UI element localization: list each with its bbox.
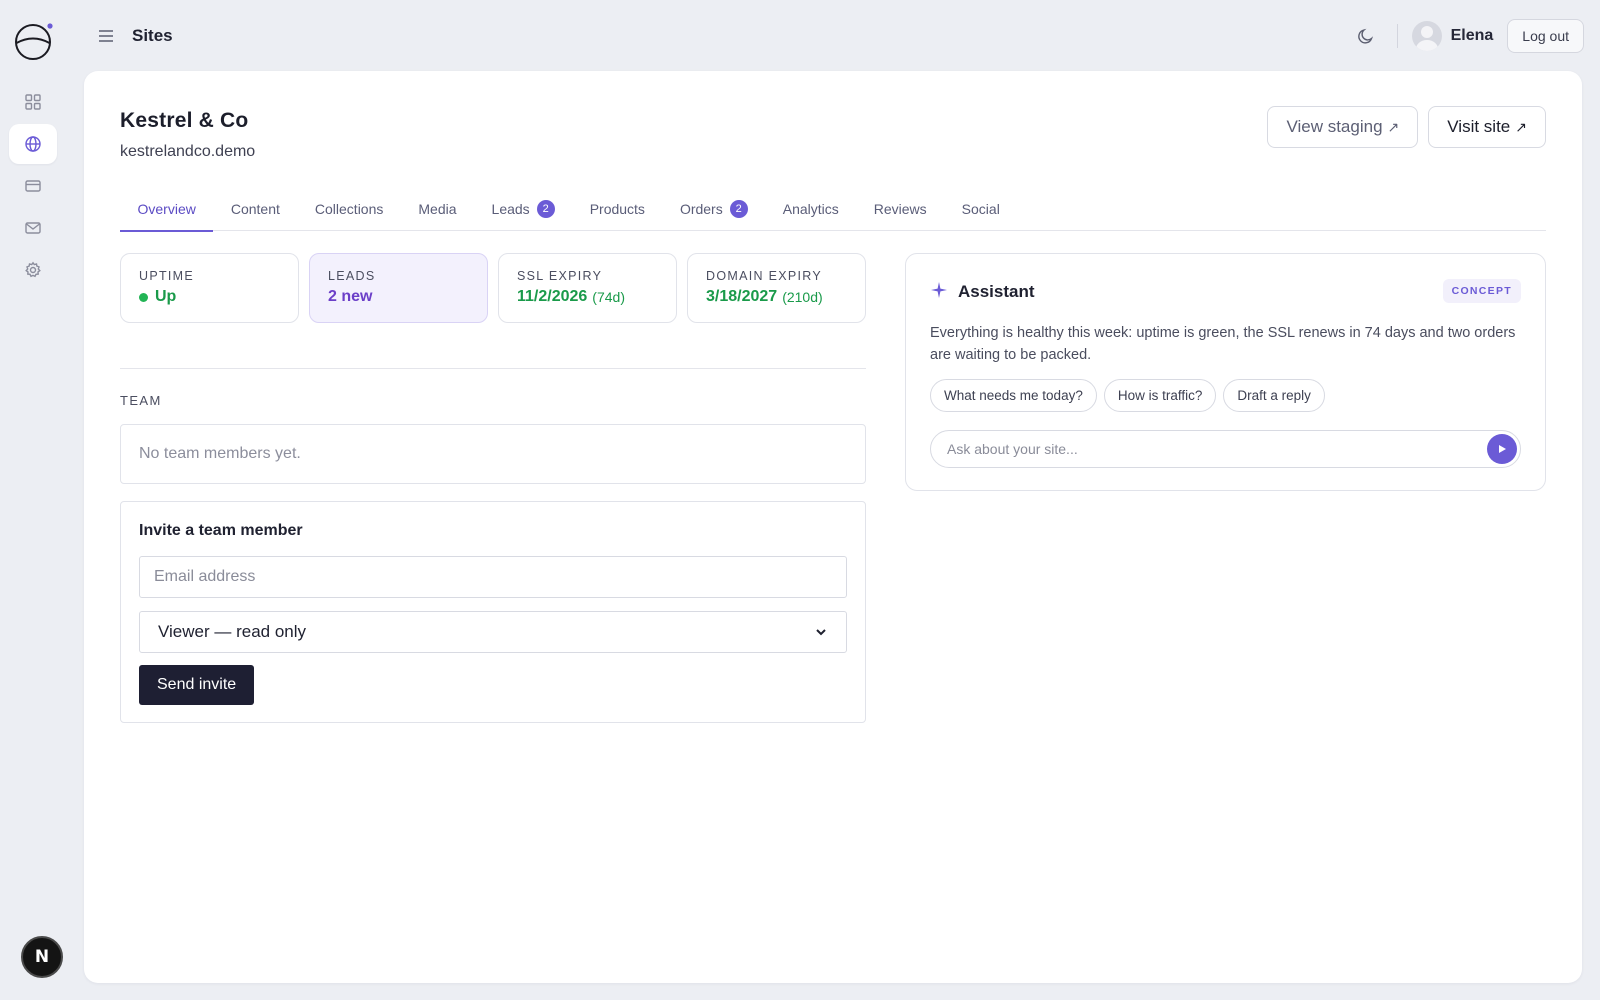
team-heading: TEAM: [120, 393, 162, 408]
suggestion-chips: What needs me today? How is traffic? Dra…: [930, 379, 1325, 412]
tab-label: Collections: [314, 201, 384, 217]
tab-reviews[interactable]: Reviews: [856, 187, 944, 231]
mail-icon[interactable]: [9, 208, 57, 248]
uptime-stat-card: UPTIME Up: [120, 253, 299, 323]
count-badge: 2: [536, 200, 555, 218]
view-staging-label: View staging: [1286, 117, 1383, 136]
settings-gear-icon[interactable]: [9, 250, 57, 290]
assistant-panel: Assistant CONCEPT Everything is healthy …: [905, 253, 1546, 491]
tab-label: Analytics: [782, 201, 839, 217]
tab-label: Overview: [137, 201, 196, 217]
view-staging-button[interactable]: View staging ↗: [1267, 106, 1419, 148]
send-invite-button[interactable]: Send invite: [139, 665, 255, 705]
send-message-icon[interactable]: [1487, 434, 1517, 464]
tab-social[interactable]: Social: [944, 187, 1017, 231]
visit-site-label: Visit site: [1447, 117, 1511, 136]
billing-card-icon[interactable]: [9, 166, 57, 206]
section-divider: [120, 368, 866, 369]
tab-products[interactable]: Products: [572, 187, 662, 231]
stat-subvalue: (210d): [782, 289, 823, 305]
email-field[interactable]: [139, 556, 847, 598]
suggestion-chip[interactable]: How is traffic?: [1103, 379, 1217, 412]
suggestion-chip[interactable]: What needs me today?: [930, 379, 1097, 412]
tab-label: Content: [230, 201, 280, 217]
tab-leads[interactable]: Leads 2: [474, 187, 572, 231]
role-select[interactable]: Viewer — read only: [139, 611, 847, 653]
assistant-title: Assistant: [958, 282, 1035, 301]
tab-label: Reviews: [873, 201, 927, 217]
tab-media[interactable]: Media: [401, 187, 474, 231]
stat-value: 2 new: [328, 288, 373, 305]
tab-content[interactable]: Content: [213, 187, 297, 231]
assistant-input[interactable]: [947, 431, 1467, 467]
sites-globe-icon[interactable]: [9, 124, 57, 164]
dashboard-nav-icon[interactable]: [9, 82, 57, 122]
tab-overview[interactable]: Overview: [120, 187, 214, 232]
tab-label: Media: [418, 201, 457, 217]
tab-collections[interactable]: Collections: [297, 187, 400, 231]
chevron-down-icon: [816, 629, 826, 636]
stat-cards: UPTIME Up LEADS 2 new SSL EXPIRY 11/2/20…: [120, 253, 866, 323]
stat-value: 11/2/2026: [517, 288, 588, 305]
stat-value: 3/18/2027: [706, 288, 778, 305]
status-dot-icon: [139, 292, 148, 302]
site-domain: kestrelandco.demo: [120, 143, 256, 160]
page-title: Sites: [132, 26, 173, 45]
site-detail-card: Kestrel & Co kestrelandco.demo View stag…: [84, 71, 1582, 983]
suggestion-chip[interactable]: Draft a reply: [1223, 379, 1325, 412]
workspace-avatar[interactable]: N: [21, 936, 63, 978]
assistant-input-wrapper: [930, 430, 1521, 468]
tab-analytics[interactable]: Analytics: [765, 187, 856, 231]
tab-label: Orders: [679, 201, 723, 217]
top-bar: Sites Elena Log out: [84, 18, 1584, 54]
stat-label: LEADS: [328, 269, 376, 283]
team-empty-state: No team members yet.: [120, 424, 866, 484]
domain-expiry-stat-card: DOMAIN EXPIRY 3/18/2027 (210d): [687, 253, 866, 323]
sparkle-icon: [931, 282, 947, 298]
hamburger-menu-icon[interactable]: [88, 18, 124, 54]
sidebar-rail: N: [0, 0, 66, 1000]
site-name: Kestrel & Co: [120, 109, 249, 132]
tab-label: Leads: [491, 201, 530, 217]
ssl-expiry-stat-card: SSL EXPIRY 11/2/2026 (74d): [498, 253, 677, 323]
stat-subvalue: (74d): [592, 289, 625, 305]
visit-site-button[interactable]: Visit site ↗: [1428, 106, 1546, 148]
site-tabs: Overview Content Collections Media Leads…: [120, 187, 1546, 232]
assistant-message: Everything is healthy this week: uptime …: [930, 325, 1516, 363]
stat-label: DOMAIN EXPIRY: [706, 269, 822, 283]
role-select-value: Viewer — read only: [158, 622, 307, 641]
stat-value: Up: [155, 288, 177, 305]
invite-form: Invite a team member Viewer — read only …: [120, 501, 866, 723]
dark-mode-moon-icon[interactable]: [1351, 21, 1381, 51]
logout-button[interactable]: Log out: [1507, 19, 1584, 53]
app-logo-icon[interactable]: [13, 22, 53, 62]
tab-label: Products: [589, 201, 645, 217]
external-arrow-icon: ↗: [1515, 118, 1527, 135]
count-badge: 2: [729, 200, 748, 218]
invite-title: Invite a team member: [139, 522, 303, 539]
divider: [1396, 24, 1398, 48]
leads-stat-card[interactable]: LEADS 2 new: [309, 253, 488, 323]
user-name[interactable]: Elena: [1451, 27, 1494, 45]
stat-label: SSL EXPIRY: [517, 269, 603, 283]
tab-label: Social: [961, 201, 1000, 217]
tab-orders[interactable]: Orders 2: [662, 187, 765, 231]
stat-label: UPTIME: [139, 269, 195, 283]
concept-badge: CONCEPT: [1442, 279, 1521, 303]
external-arrow-icon: ↗: [1387, 118, 1400, 135]
user-avatar[interactable]: [1411, 21, 1442, 51]
